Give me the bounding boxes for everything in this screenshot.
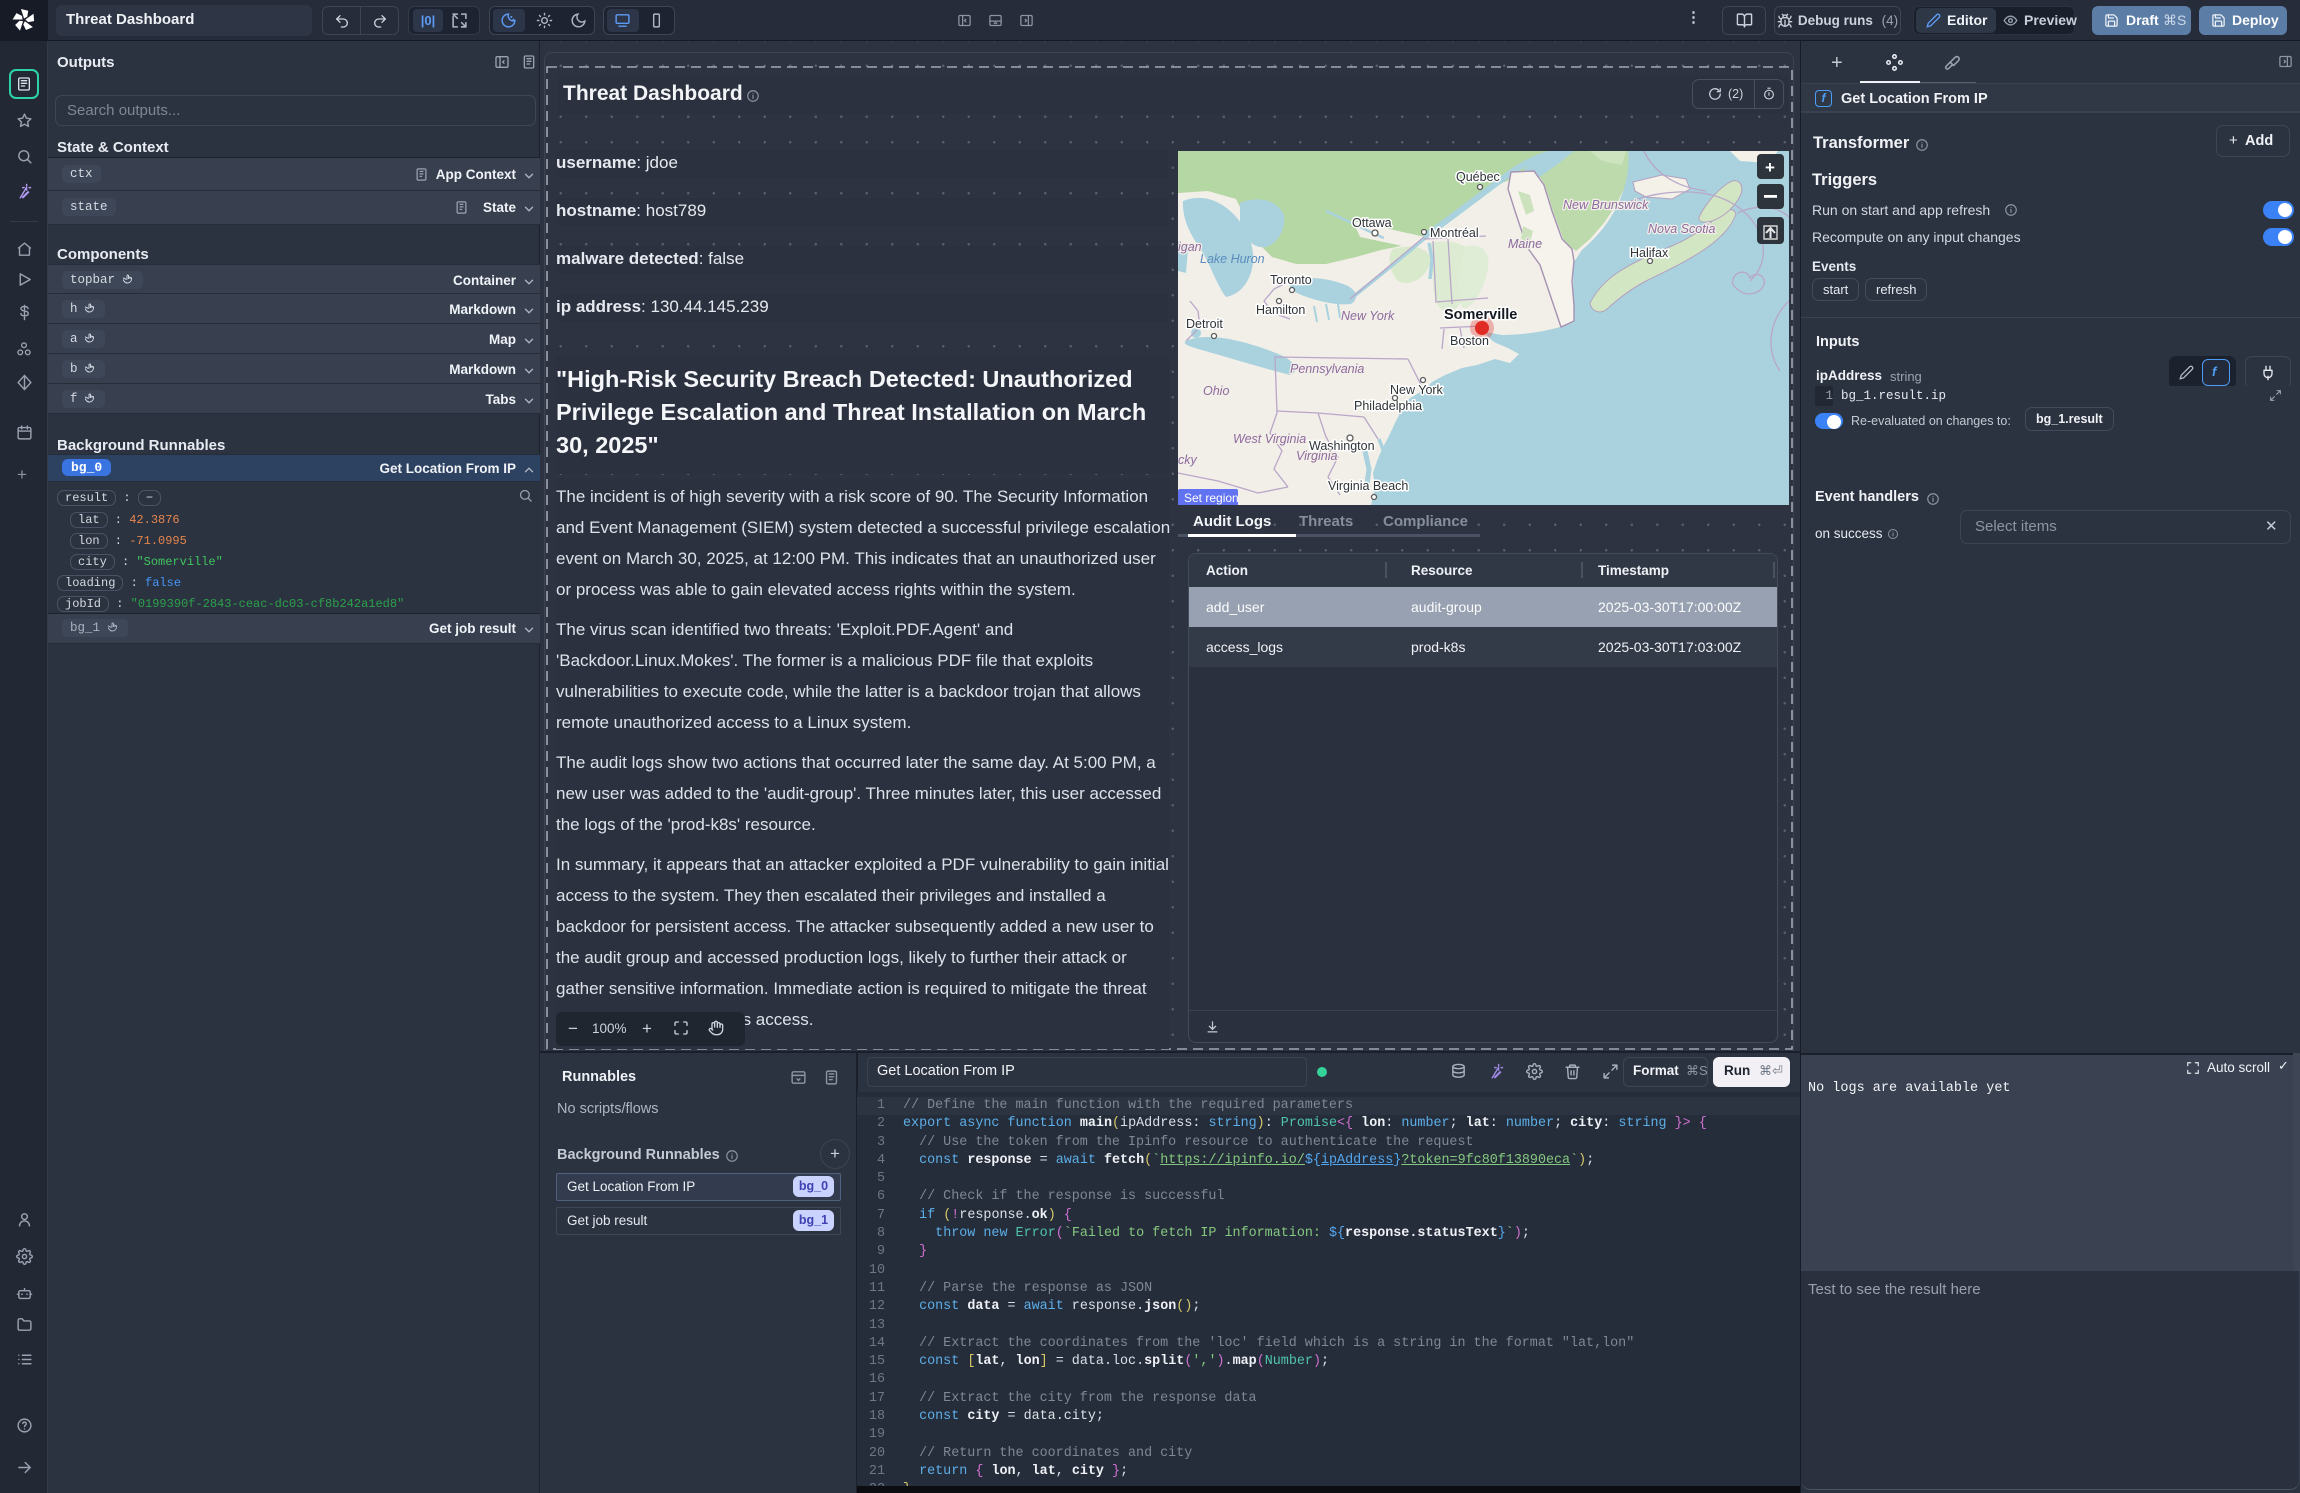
svg-text:Nova Scotia: Nova Scotia xyxy=(1648,222,1715,236)
svg-text:Somerville: Somerville xyxy=(1444,307,1517,323)
svg-text:Boston: Boston xyxy=(1450,334,1489,348)
svg-text:Pennsylvania: Pennsylvania xyxy=(1290,362,1364,376)
svg-text:Philadelphia: Philadelphia xyxy=(1354,399,1422,413)
svg-text:+: + xyxy=(1765,158,1775,177)
svg-text:Lake Huron: Lake Huron xyxy=(1200,252,1265,266)
svg-text:Maine: Maine xyxy=(1508,237,1542,251)
svg-text:West Virginia: West Virginia xyxy=(1233,432,1306,446)
svg-text:Ottawa: Ottawa xyxy=(1352,216,1392,230)
svg-text:igan: igan xyxy=(1178,240,1202,254)
svg-text:Toronto: Toronto xyxy=(1270,273,1312,287)
svg-text:Ohio: Ohio xyxy=(1203,384,1229,398)
svg-text:New York: New York xyxy=(1390,383,1444,397)
svg-text:New York: New York xyxy=(1341,309,1395,323)
svg-text:cky: cky xyxy=(1178,453,1198,467)
svg-text:Virginia: Virginia xyxy=(1296,449,1338,463)
svg-text:Québec: Québec xyxy=(1456,170,1500,184)
svg-text:Virginia Beach: Virginia Beach xyxy=(1328,479,1408,493)
svg-text:Detroit: Detroit xyxy=(1186,317,1223,331)
svg-text:Set region: Set region xyxy=(1184,491,1239,505)
svg-text:New Brunswick: New Brunswick xyxy=(1563,198,1649,212)
svg-text:Montréal: Montréal xyxy=(1430,226,1479,240)
svg-text:Hamilton: Hamilton xyxy=(1256,303,1305,317)
